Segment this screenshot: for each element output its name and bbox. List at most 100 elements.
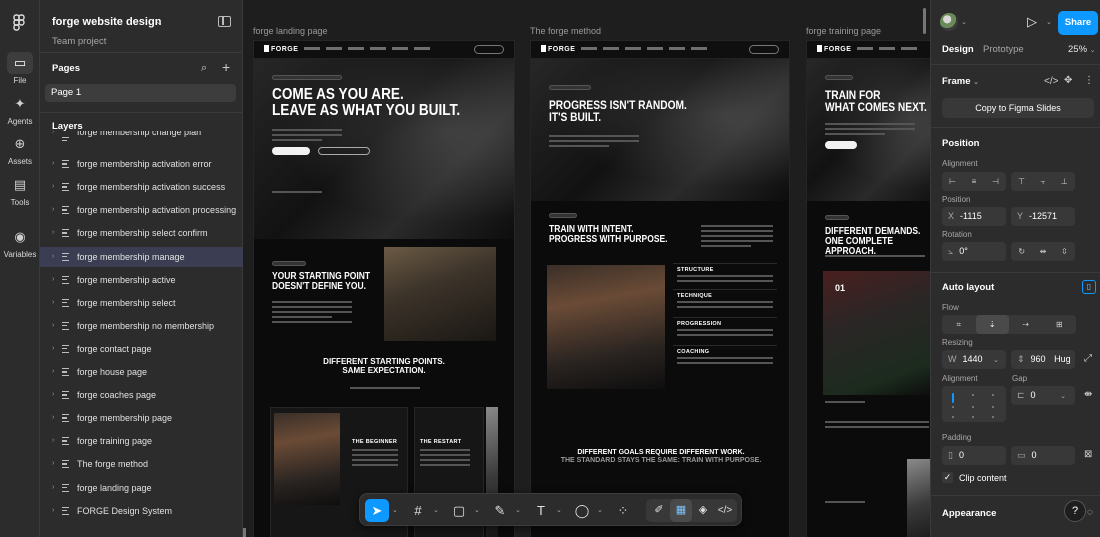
layer-item[interactable]: › forge landing page — [40, 478, 243, 498]
layer-item[interactable]: › forge membership page — [40, 408, 243, 428]
actions-button[interactable]: ⁘ — [611, 499, 635, 522]
layer-item[interactable]: › forge membership select confirm — [40, 223, 243, 243]
add-page-icon[interactable]: + — [222, 59, 230, 75]
search-icon[interactable]: ⌕ — [201, 62, 207, 75]
project-title[interactable]: forge website design — [52, 16, 161, 28]
chevron-down-icon[interactable]: ⌄ — [556, 506, 562, 514]
gap-settings-icon[interactable]: ⇼ — [1084, 389, 1092, 400]
chevron-right-icon[interactable]: › — [52, 362, 54, 382]
layer-item[interactable]: › forge house page — [40, 362, 243, 382]
flip-vertical-icon[interactable]: ⇳ — [1054, 242, 1075, 261]
move-tool-button[interactable]: ➤ — [365, 499, 389, 522]
drop-icon[interactable]: ◌ — [1087, 507, 1093, 518]
layer-item[interactable]: › forge membership change plan — [40, 131, 243, 141]
code-icon[interactable]: </> — [1044, 76, 1058, 87]
layer-item[interactable]: › The forge method — [40, 454, 243, 474]
chevron-right-icon[interactable]: › — [52, 454, 54, 474]
chevron-down-icon[interactable]: ⌄ — [1046, 18, 1052, 26]
play-icon[interactable]: ▷ — [1027, 14, 1037, 30]
flow-horizontal-icon[interactable]: ⇢ — [1009, 315, 1043, 334]
chevron-right-icon[interactable]: › — [52, 177, 54, 197]
rail-file[interactable]: ▭ File — [0, 52, 40, 85]
chevron-down-icon[interactable]: ⌄ — [597, 506, 603, 514]
layer-item[interactable]: › forge membership activation error — [40, 154, 243, 174]
flow-vertical-icon[interactable]: ⇣ — [975, 315, 1009, 334]
flip-horizontal-icon[interactable]: ⇹ — [1032, 242, 1053, 261]
chevron-right-icon[interactable]: › — [52, 408, 54, 428]
flow-grid-icon[interactable]: ⊞ — [1043, 315, 1077, 334]
layer-item[interactable]: › forge training page — [40, 431, 243, 451]
comment-tool-button[interactable]: ◯ — [570, 499, 594, 522]
chevron-right-icon[interactable]: › — [52, 154, 54, 174]
chevron-right-icon[interactable]: › — [52, 385, 54, 405]
frame-forge-method[interactable]: FORGE PROGRESS ISN'T RANDOM. IT'S BUILT.… — [530, 40, 790, 537]
resize-icon[interactable]: ⤢ — [1084, 353, 1092, 364]
remove-auto-layout-icon[interactable]: ▯ — [1082, 280, 1096, 294]
frame-tool-button[interactable]: # — [406, 499, 430, 522]
rail-assets[interactable]: ⊕ Assets — [0, 133, 40, 166]
canvas-vertical-scrollbar[interactable] — [923, 8, 926, 34]
tab-prototype[interactable]: Prototype — [983, 44, 1024, 55]
share-button[interactable]: Share — [1058, 11, 1098, 35]
page-item[interactable]: Page 1 — [45, 84, 236, 102]
chevron-right-icon[interactable]: › — [52, 247, 54, 267]
rotate-icon[interactable]: ↻ — [1011, 242, 1032, 261]
chevron-down-icon[interactable]: ⌄ — [433, 506, 439, 514]
frame-landing-page[interactable]: FORGE COME AS YOU ARE. LEAVE AS WHAT YOU… — [253, 40, 515, 537]
chevron-right-icon[interactable]: › — [52, 270, 54, 290]
chevron-right-icon[interactable]: › — [52, 501, 54, 521]
frame-label[interactable]: forge training page — [806, 26, 881, 36]
chevron-right-icon[interactable]: › — [52, 293, 54, 313]
canvas-horizontal-scrollbar[interactable] — [243, 528, 246, 537]
rotation-field[interactable]: ⦣ 0° — [942, 242, 1006, 261]
width-field[interactable]: W 1440 ⌄ — [942, 350, 1006, 369]
chevron-right-icon[interactable]: › — [52, 339, 54, 359]
copy-to-slides-button[interactable]: Copy to Figma Slides — [942, 98, 1094, 118]
y-field[interactable]: Y -12571 — [1011, 207, 1075, 226]
draw-mode-button[interactable]: ✐ — [648, 499, 670, 522]
chevron-right-icon[interactable]: › — [52, 223, 54, 243]
prototype-mode-button[interactable]: ◈ — [692, 499, 714, 522]
frame-section-title[interactable]: Frame ⌄ — [942, 76, 979, 87]
rail-variables[interactable]: ◉ Variables — [0, 226, 40, 259]
layer-item[interactable]: › forge membership activation processing — [40, 200, 243, 220]
clip-content-checkbox[interactable]: ✓ — [942, 472, 953, 483]
layer-item[interactable]: › forge membership manage — [40, 246, 243, 267]
frame-training-page[interactable]: FORGE TRAIN FOR WHAT COMES NEXT. DIFFERE… — [806, 40, 930, 537]
layer-item[interactable]: › FORGE Design System — [40, 501, 243, 521]
frame-label[interactable]: The forge method — [530, 26, 601, 36]
align-bottom-icon[interactable]: ⊥ — [1054, 172, 1075, 191]
design-mode-button[interactable]: ▦ — [670, 499, 692, 522]
chevron-right-icon[interactable]: › — [52, 478, 54, 498]
canvas[interactable]: forge landing page FORGE COME AS YOU ARE… — [243, 0, 930, 537]
layer-item[interactable]: › forge contact page — [40, 339, 243, 359]
chevron-right-icon[interactable]: › — [52, 431, 54, 451]
layer-item[interactable]: › forge coaches page — [40, 385, 243, 405]
text-tool-button[interactable]: T — [529, 499, 553, 522]
padding-individual-icon[interactable]: ⊠ — [1084, 449, 1092, 460]
pen-tool-button[interactable]: ✎ — [488, 499, 512, 522]
zoom-level[interactable]: 25% ⌄ — [1068, 44, 1096, 55]
figma-logo-icon[interactable] — [11, 14, 27, 32]
rail-agents[interactable]: ✦ Agents — [0, 93, 40, 126]
align-top-icon[interactable]: ⊤ — [1011, 172, 1032, 191]
component-icon[interactable]: ✥ — [1064, 75, 1072, 86]
layer-item[interactable]: › forge membership activation success — [40, 177, 243, 197]
shape-tool-button[interactable]: ▢ — [447, 499, 471, 522]
layer-item[interactable]: › forge membership no membership — [40, 316, 243, 336]
frame-label[interactable]: forge landing page — [253, 26, 328, 36]
chevron-right-icon[interactable]: › — [52, 316, 54, 336]
height-field[interactable]: ⇕ 960 Hug — [1011, 350, 1075, 369]
chevron-down-icon[interactable]: ⌄ — [474, 506, 480, 514]
align-center-icon[interactable]: ≡ — [963, 172, 984, 191]
more-icon[interactable]: ⋮ — [1084, 75, 1094, 86]
dev-mode-button[interactable]: </> — [714, 499, 736, 522]
rail-tools[interactable]: ▤ Tools — [0, 174, 40, 207]
layer-item[interactable]: › forge membership active — [40, 270, 243, 290]
align-right-icon[interactable]: ⊣ — [985, 172, 1006, 191]
chevron-down-icon[interactable]: ⌄ — [961, 18, 967, 26]
tab-design[interactable]: Design — [942, 44, 974, 55]
x-field[interactable]: X -1115 — [942, 207, 1006, 226]
chevron-down-icon[interactable]: ⌄ — [515, 506, 521, 514]
align-left-icon[interactable]: ⊢ — [942, 172, 963, 191]
